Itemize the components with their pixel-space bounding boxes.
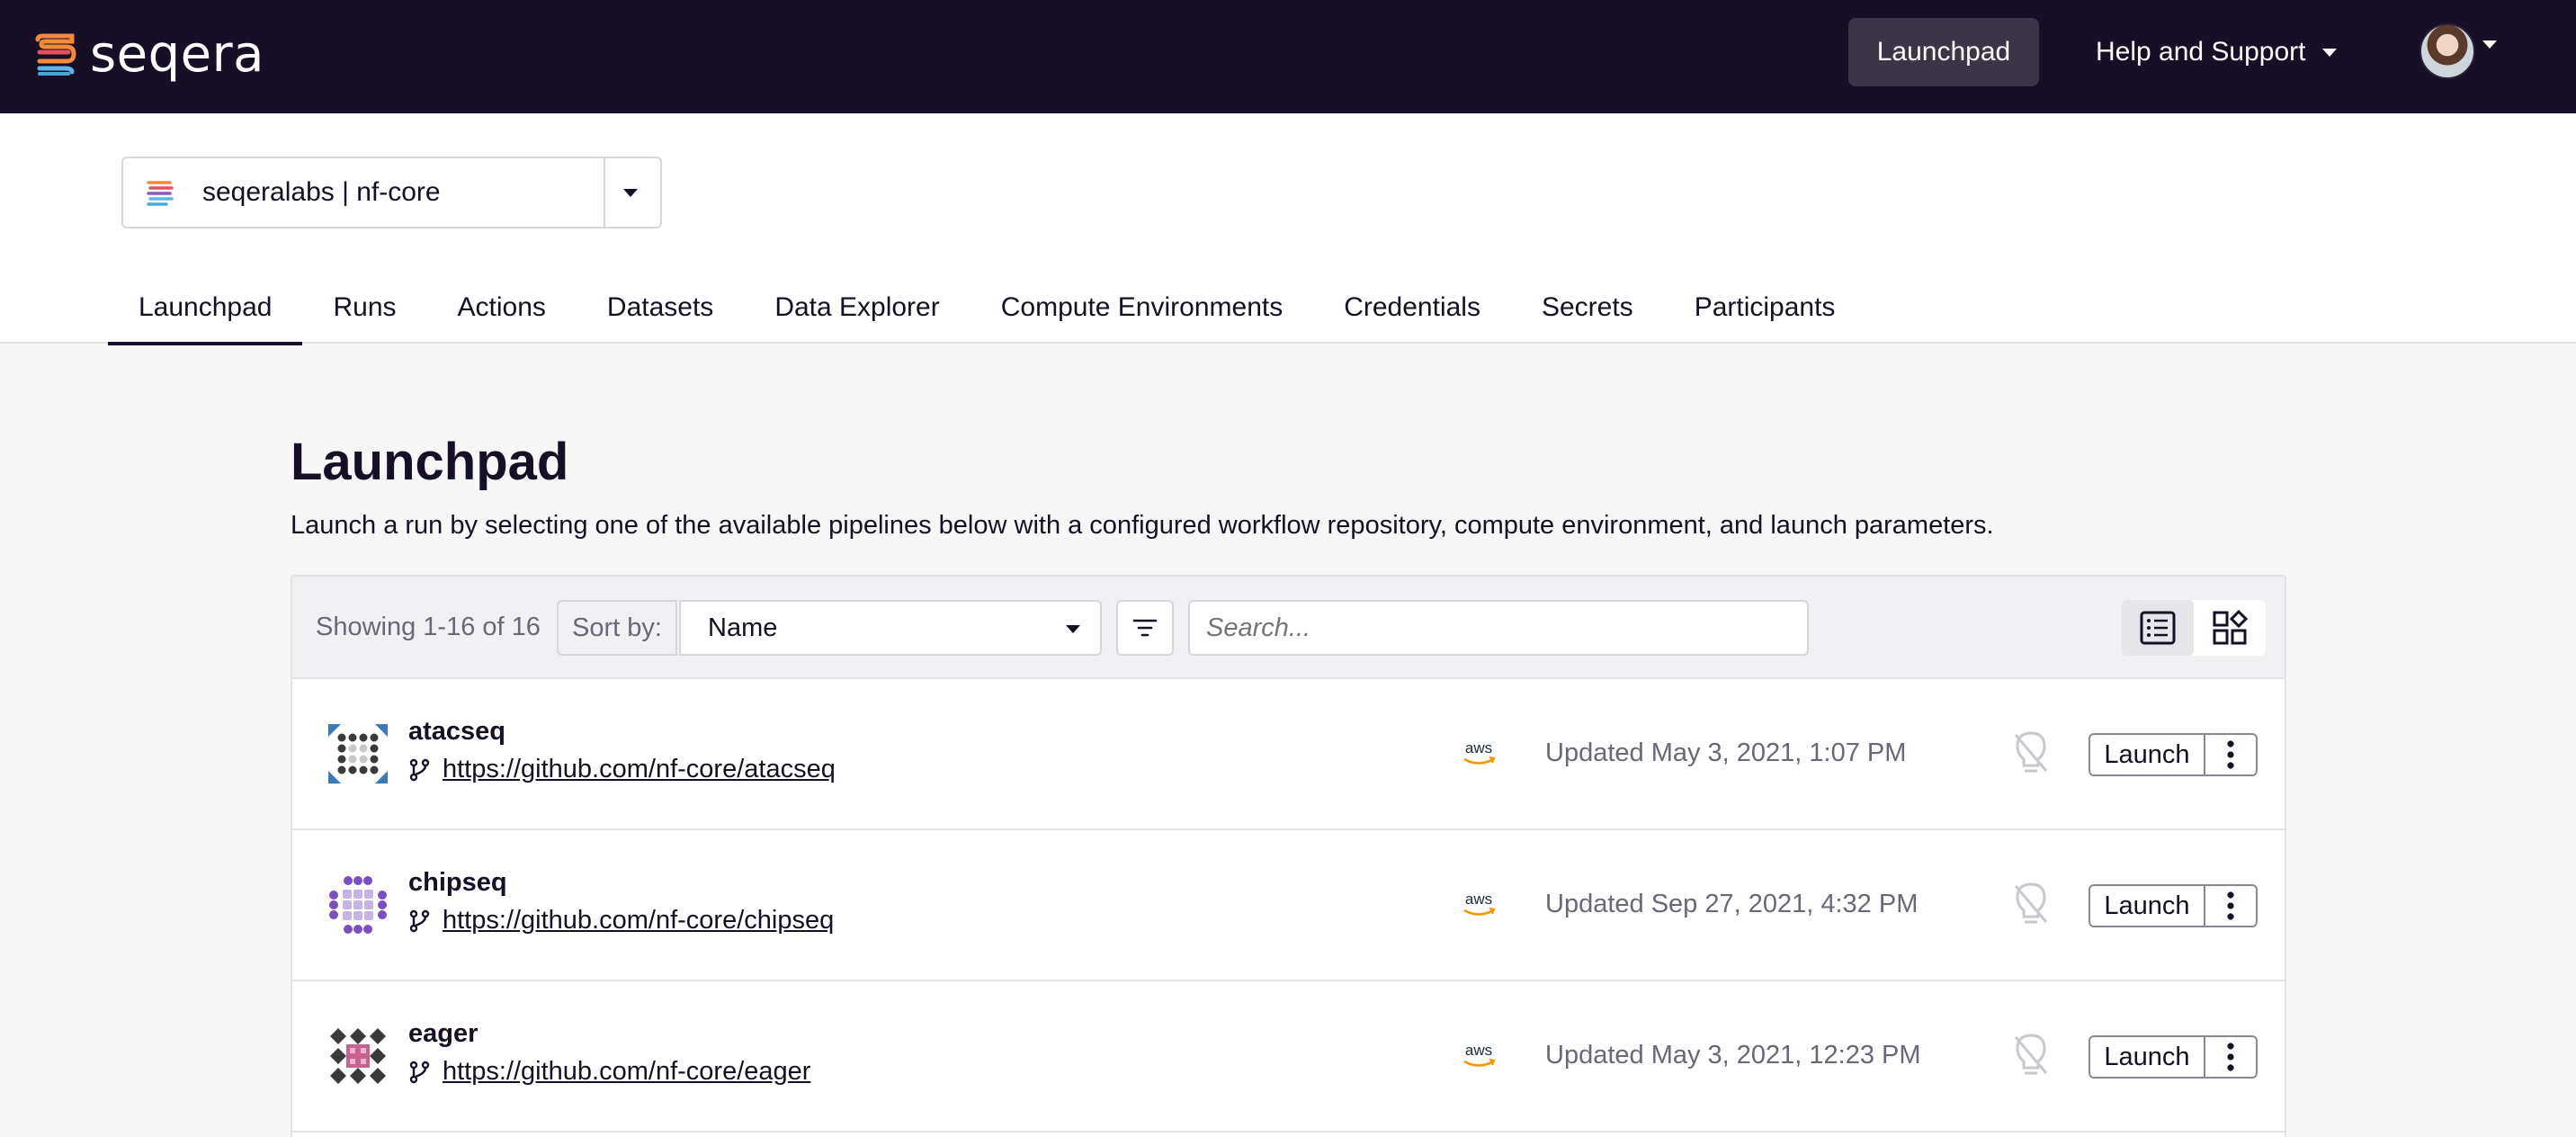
repo-link[interactable]: https://github.com/nf-core/eager xyxy=(443,1057,810,1087)
brand-wordmark: seqera xyxy=(90,25,264,84)
aws-icon: aws xyxy=(1463,739,1496,765)
chevron-down-icon[interactable] xyxy=(623,189,638,197)
workspace-selector[interactable]: seqeralabs | nf-core xyxy=(121,157,662,228)
tab-compute-environments[interactable]: Compute Environments xyxy=(970,272,1313,344)
filter-icon xyxy=(1132,619,1158,637)
pipeline-logo-icon xyxy=(330,1028,386,1084)
kebab-menu-icon xyxy=(2227,1043,2234,1071)
kebab-menu-icon xyxy=(2227,891,2234,920)
pipeline-row[interactable]: atacseq https://github.com/nf-core/atacs… xyxy=(292,679,2285,830)
tab-runs[interactable]: Runs xyxy=(302,272,426,344)
chevron-down-icon xyxy=(2482,40,2497,49)
git-branch-icon xyxy=(409,1061,430,1083)
repo-link[interactable]: https://github.com/nf-core/chipseq xyxy=(443,906,834,936)
user-menu[interactable] xyxy=(2419,23,2497,79)
search-input[interactable] xyxy=(1188,600,1809,656)
sort-by-label: Sort by: xyxy=(557,600,677,656)
view-toggle xyxy=(2122,600,2266,656)
pipeline-repo: https://github.com/nf-core/atacseq xyxy=(408,755,836,784)
launch-button[interactable]: Launch xyxy=(2089,884,2205,927)
grid-view-icon xyxy=(2213,610,2248,645)
aws-icon-label: aws xyxy=(1465,739,1492,757)
pipeline-name[interactable]: atacseq xyxy=(408,717,505,747)
tab-actions[interactable]: Actions xyxy=(427,272,577,344)
aws-icon-label: aws xyxy=(1465,891,1492,908)
workspace-logo-icon xyxy=(147,181,174,206)
lightbulb-off-icon[interactable] xyxy=(2010,730,2052,776)
updated-timestamp: Updated May 3, 2021, 1:07 PM xyxy=(1545,739,1907,767)
lightbulb-off-icon[interactable] xyxy=(2010,881,2052,927)
git-branch-icon xyxy=(409,909,430,932)
aws-icon-label: aws xyxy=(1465,1042,1492,1059)
kebab-menu-icon xyxy=(2227,740,2234,769)
pipeline-row[interactable]: eager https://github.com/nf-core/eager a… xyxy=(292,981,2285,1133)
launch-button[interactable]: Launch xyxy=(2089,733,2205,776)
chevron-down-icon xyxy=(1066,625,1080,633)
help-and-support-label: Help and Support xyxy=(2096,37,2306,67)
pipeline-repo: https://github.com/nf-core/eager xyxy=(408,1057,810,1087)
updated-timestamp: Updated May 3, 2021, 12:23 PM xyxy=(1545,1041,1921,1070)
brand[interactable]: seqera xyxy=(32,25,264,84)
tab-credentials[interactable]: Credentials xyxy=(1313,272,1511,344)
tab-datasets[interactable]: Datasets xyxy=(577,272,744,344)
pipeline-name[interactable]: chipseq xyxy=(408,868,507,898)
page-title: Launchpad xyxy=(291,433,569,491)
more-options-button[interactable] xyxy=(2204,884,2258,927)
top-navbar: seqera Launchpad Help and Support xyxy=(0,0,2576,113)
avatar xyxy=(2419,23,2475,79)
pipeline-logo-icon xyxy=(328,724,388,783)
more-options-button[interactable] xyxy=(2204,1035,2258,1079)
aws-icon: aws xyxy=(1463,891,1496,916)
divider xyxy=(604,158,605,227)
pipelines-panel: Showing 1-16 of 16 Sort by: Name Search.… xyxy=(291,575,2286,1137)
sort-value: Name xyxy=(708,613,778,642)
result-count: Showing 1-16 of 16 xyxy=(316,613,541,641)
sort-select[interactable]: Name xyxy=(679,600,1102,656)
pipeline-row[interactable]: chipseq https://github.com/nf-core/chips… xyxy=(292,830,2285,981)
repo-link[interactable]: https://github.com/nf-core/atacseq xyxy=(443,755,836,784)
list-view-button[interactable] xyxy=(2122,600,2194,656)
chevron-down-icon xyxy=(2321,48,2337,57)
more-options-button[interactable] xyxy=(2204,733,2258,776)
pipeline-logo-icon xyxy=(329,876,387,934)
workspace-tabs: Launchpad Runs Actions Datasets Data Exp… xyxy=(108,272,1866,345)
tab-data-explorer[interactable]: Data Explorer xyxy=(744,272,970,344)
tab-launchpad[interactable]: Launchpad xyxy=(108,272,303,345)
page-description: Launch a run by selecting one of the ava… xyxy=(291,511,1994,540)
filter-button[interactable] xyxy=(1116,600,1174,656)
tab-secrets[interactable]: Secrets xyxy=(1511,272,1664,344)
list-toolbar: Showing 1-16 of 16 Sort by: Name xyxy=(292,577,2285,679)
help-and-support-menu[interactable]: Help and Support xyxy=(2096,18,2337,86)
updated-timestamp: Updated Sep 27, 2021, 4:32 PM xyxy=(1545,890,1919,918)
workspace-label: seqeralabs | nf-core xyxy=(202,177,441,207)
pipeline-name[interactable]: eager xyxy=(408,1019,478,1049)
list-view-icon xyxy=(2140,611,2176,645)
pipeline-repo: https://github.com/nf-core/chipseq xyxy=(408,906,834,936)
lightbulb-off-icon[interactable] xyxy=(2010,1032,2052,1079)
tab-participants[interactable]: Participants xyxy=(1664,272,1866,344)
seqera-logo-icon xyxy=(35,33,76,76)
git-branch-icon xyxy=(409,758,430,781)
workspace-header: seqeralabs | nf-core Launchpad Runs Acti… xyxy=(0,113,2576,345)
aws-icon: aws xyxy=(1463,1042,1496,1067)
grid-view-button[interactable] xyxy=(2194,600,2266,656)
nav-launchpad-button[interactable]: Launchpad xyxy=(1848,18,2039,86)
launch-button[interactable]: Launch xyxy=(2089,1035,2205,1079)
